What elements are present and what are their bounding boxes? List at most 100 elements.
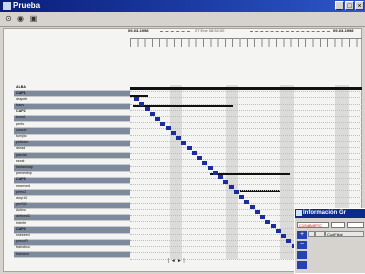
close-button[interactable]: ×: [355, 1, 364, 10]
grid-header-cell: [315, 231, 325, 237]
value-field[interactable]: [331, 222, 345, 228]
resource-label: transbco: [16, 245, 30, 250]
row-gridline: [130, 91, 362, 93]
resource-label: CAP4: [16, 226, 26, 231]
resource-label: turnjilo: [16, 134, 27, 138]
resource-label: sneseed: [16, 233, 30, 237]
resource-label: Interfe: [16, 220, 27, 225]
schedule-block[interactable]: [160, 121, 166, 126]
side-button-3[interactable]: [297, 251, 307, 259]
row-gridline: [130, 103, 362, 105]
row-gridline: [130, 178, 362, 179]
schedule-block[interactable]: [249, 204, 255, 209]
toolbar: ⊙ ◉ ▣: [0, 12, 365, 27]
title-bar: Prueba _ □ ×: [0, 0, 365, 12]
resource-row[interactable]: transeur: [14, 251, 130, 259]
row-gridline: [130, 116, 362, 117]
row-gridline: [130, 140, 362, 142]
info-window-title-bar: Información Gr: [295, 209, 365, 218]
schedule-block[interactable]: [270, 224, 276, 229]
info-window-icon: [296, 210, 302, 216]
schedule-block[interactable]: [170, 131, 176, 136]
timeline-end-date: 09-03-1998: [333, 28, 354, 33]
row-gridline: [130, 147, 362, 148]
schedule-block[interactable]: [139, 101, 145, 106]
schedule-block[interactable]: [265, 219, 271, 224]
extra-field[interactable]: [347, 222, 364, 228]
schedule-block[interactable]: [244, 199, 250, 204]
grid-header-tab[interactable]: CodFilial: [325, 231, 364, 237]
resource-label: CAP1: [16, 90, 26, 95]
schedule-block[interactable]: [197, 155, 202, 160]
schedule-block[interactable]: [260, 214, 265, 219]
schedule-block[interactable]: [275, 229, 281, 234]
timeline-start-date: 09-03-1998: [128, 28, 149, 33]
row-gridline: [130, 153, 362, 155]
schedule-block[interactable]: [202, 160, 208, 165]
schedule-block[interactable]: [286, 239, 292, 244]
window-title: Prueba: [13, 1, 41, 10]
resource-label: CAP2: [16, 109, 26, 114]
schedule-block[interactable]: [149, 111, 155, 116]
grid-header-cell: [308, 231, 315, 237]
open-icon[interactable]: ⊙: [4, 14, 13, 23]
schedule-block[interactable]: [239, 195, 244, 199]
minimize-button[interactable]: _: [335, 1, 344, 10]
timeline-ruler[interactable]: [130, 38, 362, 47]
row-gridline: [130, 190, 362, 192]
schedule-block[interactable]: [165, 126, 171, 131]
schedule-block[interactable]: [223, 180, 229, 185]
schedule-block[interactable]: [233, 190, 239, 195]
resource-label: definedC: [16, 214, 31, 219]
schedule-block[interactable]: [176, 136, 181, 141]
schedule-block[interactable]: [191, 150, 197, 155]
info-window: Información Gr C1S4B4RTC + − CodFilial: [294, 208, 365, 274]
row-gridline: [130, 184, 362, 186]
row-gridline: [130, 171, 362, 173]
remove-button[interactable]: −: [297, 241, 307, 249]
resource-label: perfo: [16, 121, 25, 126]
resource-label: CAP3: [16, 177, 26, 182]
schedule-block[interactable]: [134, 97, 139, 101]
resource-label: preSt2: [16, 202, 27, 207]
resource-label: cancel: [16, 127, 27, 132]
resource-label: drapeb: [16, 96, 28, 101]
schedule-block[interactable]: [228, 185, 234, 190]
resource-label: transeur: [16, 251, 30, 256]
schedule-block[interactable]: [186, 146, 192, 150]
schedule-block[interactable]: [212, 170, 218, 175]
schedule-block[interactable]: [218, 175, 223, 180]
schedule-block[interactable]: [254, 209, 260, 214]
resource-label: fantasmap: [16, 164, 33, 169]
resource-label: Activo: [16, 208, 26, 213]
schedule-block[interactable]: [144, 106, 150, 111]
row-gridline: [130, 165, 362, 167]
resource-label: dread: [16, 146, 26, 151]
row-gridline: [130, 159, 362, 161]
schedule-block[interactable]: [207, 165, 213, 170]
save-icon[interactable]: ◉: [16, 14, 25, 23]
resource-label: trans: [16, 103, 24, 108]
row-gridline: [130, 97, 362, 99]
resource-label: bomA: [16, 115, 26, 120]
resource-label: dorp10: [16, 195, 28, 200]
schedule-block[interactable]: [155, 116, 160, 121]
app-icon: [3, 2, 11, 10]
add-button[interactable]: +: [297, 231, 307, 239]
resource-label: ALBA: [16, 84, 26, 89]
task-bar[interactable]: [130, 87, 362, 90]
schedule-block[interactable]: [281, 234, 286, 239]
timeline-range-line-right: [250, 31, 330, 32]
resource-label: reserved: [16, 183, 30, 188]
resource-label: preventvp: [16, 171, 32, 176]
code-field[interactable]: C1S4B4RTC: [297, 222, 329, 228]
resource-label: peticion: [16, 140, 29, 145]
info-fields-row: C1S4B4RTC: [297, 222, 364, 229]
schedule-block[interactable]: [181, 141, 187, 146]
print-icon[interactable]: ▣: [29, 14, 38, 23]
side-button-4[interactable]: [297, 261, 307, 269]
pager[interactable]: | ◄ ► |: [168, 258, 185, 264]
resource-label: perfo2: [16, 189, 27, 194]
timeline-center-label: 27 Ene 08:52:00: [195, 28, 225, 33]
maximize-button[interactable]: □: [345, 1, 354, 10]
